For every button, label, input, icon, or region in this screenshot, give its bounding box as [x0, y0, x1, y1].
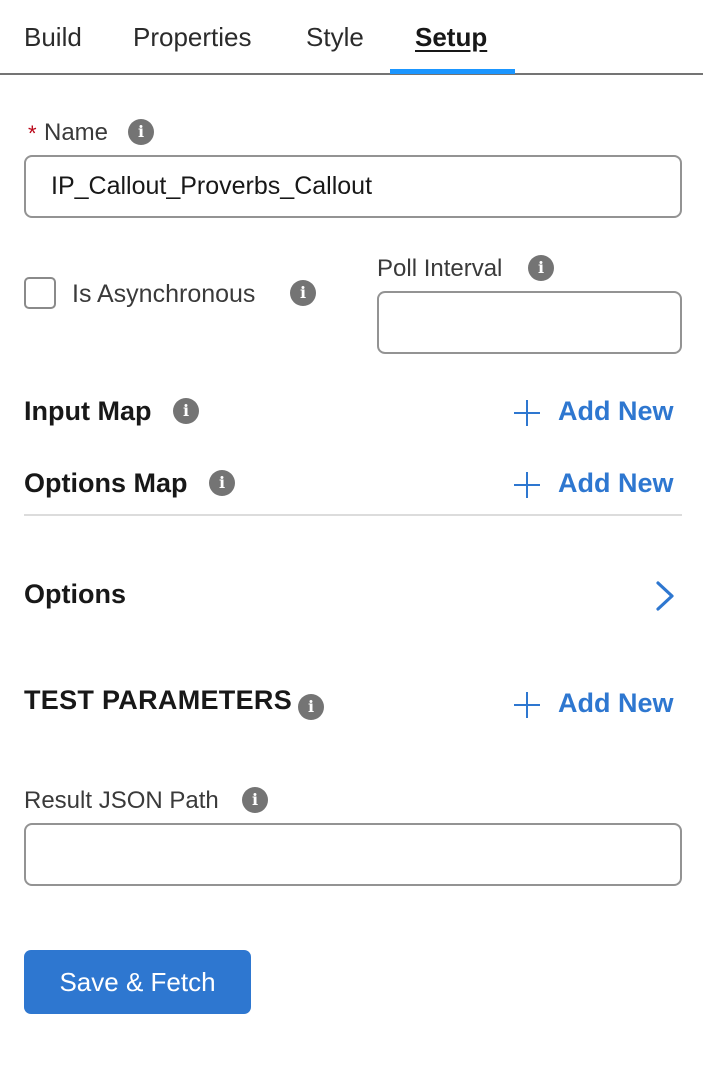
info-icon[interactable]: i — [290, 280, 316, 306]
is-asynchronous-label: Is Asynchronous — [72, 280, 256, 308]
result-json-path-input[interactable] — [24, 823, 682, 886]
test-parameters-add-new-button[interactable]: Add New — [512, 684, 684, 724]
required-marker: * — [28, 121, 37, 146]
name-input[interactable] — [24, 155, 682, 218]
options-map-title: Options Map — [24, 468, 188, 498]
options-map-add-new-button[interactable]: Add New — [512, 464, 684, 504]
tab-style[interactable]: Style — [306, 21, 364, 53]
add-new-label: Add New — [558, 468, 674, 498]
info-icon[interactable]: i — [209, 470, 235, 496]
poll-interval-input[interactable] — [377, 291, 682, 354]
info-icon[interactable]: i — [298, 694, 324, 720]
info-icon[interactable]: i — [528, 255, 554, 281]
plus-icon — [514, 400, 540, 426]
tab-bar: Build Properties Style Setup — [0, 0, 703, 75]
name-label: Name — [44, 119, 109, 146]
test-parameters-title: TEST PARAMETERS — [24, 685, 293, 715]
add-new-label: Add New — [558, 688, 674, 718]
result-json-path-label: Result JSON Path — [24, 787, 219, 814]
add-new-label: Add New — [558, 396, 674, 426]
divider — [24, 514, 682, 516]
chevron-right-icon[interactable] — [652, 580, 680, 612]
info-icon[interactable]: i — [173, 398, 199, 424]
options-title[interactable]: Options — [24, 578, 126, 610]
tab-properties[interactable]: Properties — [133, 21, 252, 53]
info-icon[interactable]: i — [242, 787, 268, 813]
plus-icon — [514, 472, 540, 498]
poll-interval-label: Poll Interval — [377, 255, 503, 282]
plus-icon — [514, 692, 540, 718]
info-icon[interactable]: i — [128, 119, 154, 145]
input-map-title: Input Map — [24, 396, 152, 426]
active-tab-indicator — [390, 69, 515, 74]
tab-build[interactable]: Build — [24, 21, 82, 53]
is-asynchronous-checkbox[interactable] — [24, 277, 56, 309]
input-map-add-new-button[interactable]: Add New — [512, 392, 684, 432]
setup-panel: Build Properties Style Setup * Name i Is… — [0, 0, 703, 1071]
save-and-fetch-button[interactable]: Save & Fetch — [24, 950, 251, 1014]
tab-setup[interactable]: Setup — [415, 21, 487, 53]
